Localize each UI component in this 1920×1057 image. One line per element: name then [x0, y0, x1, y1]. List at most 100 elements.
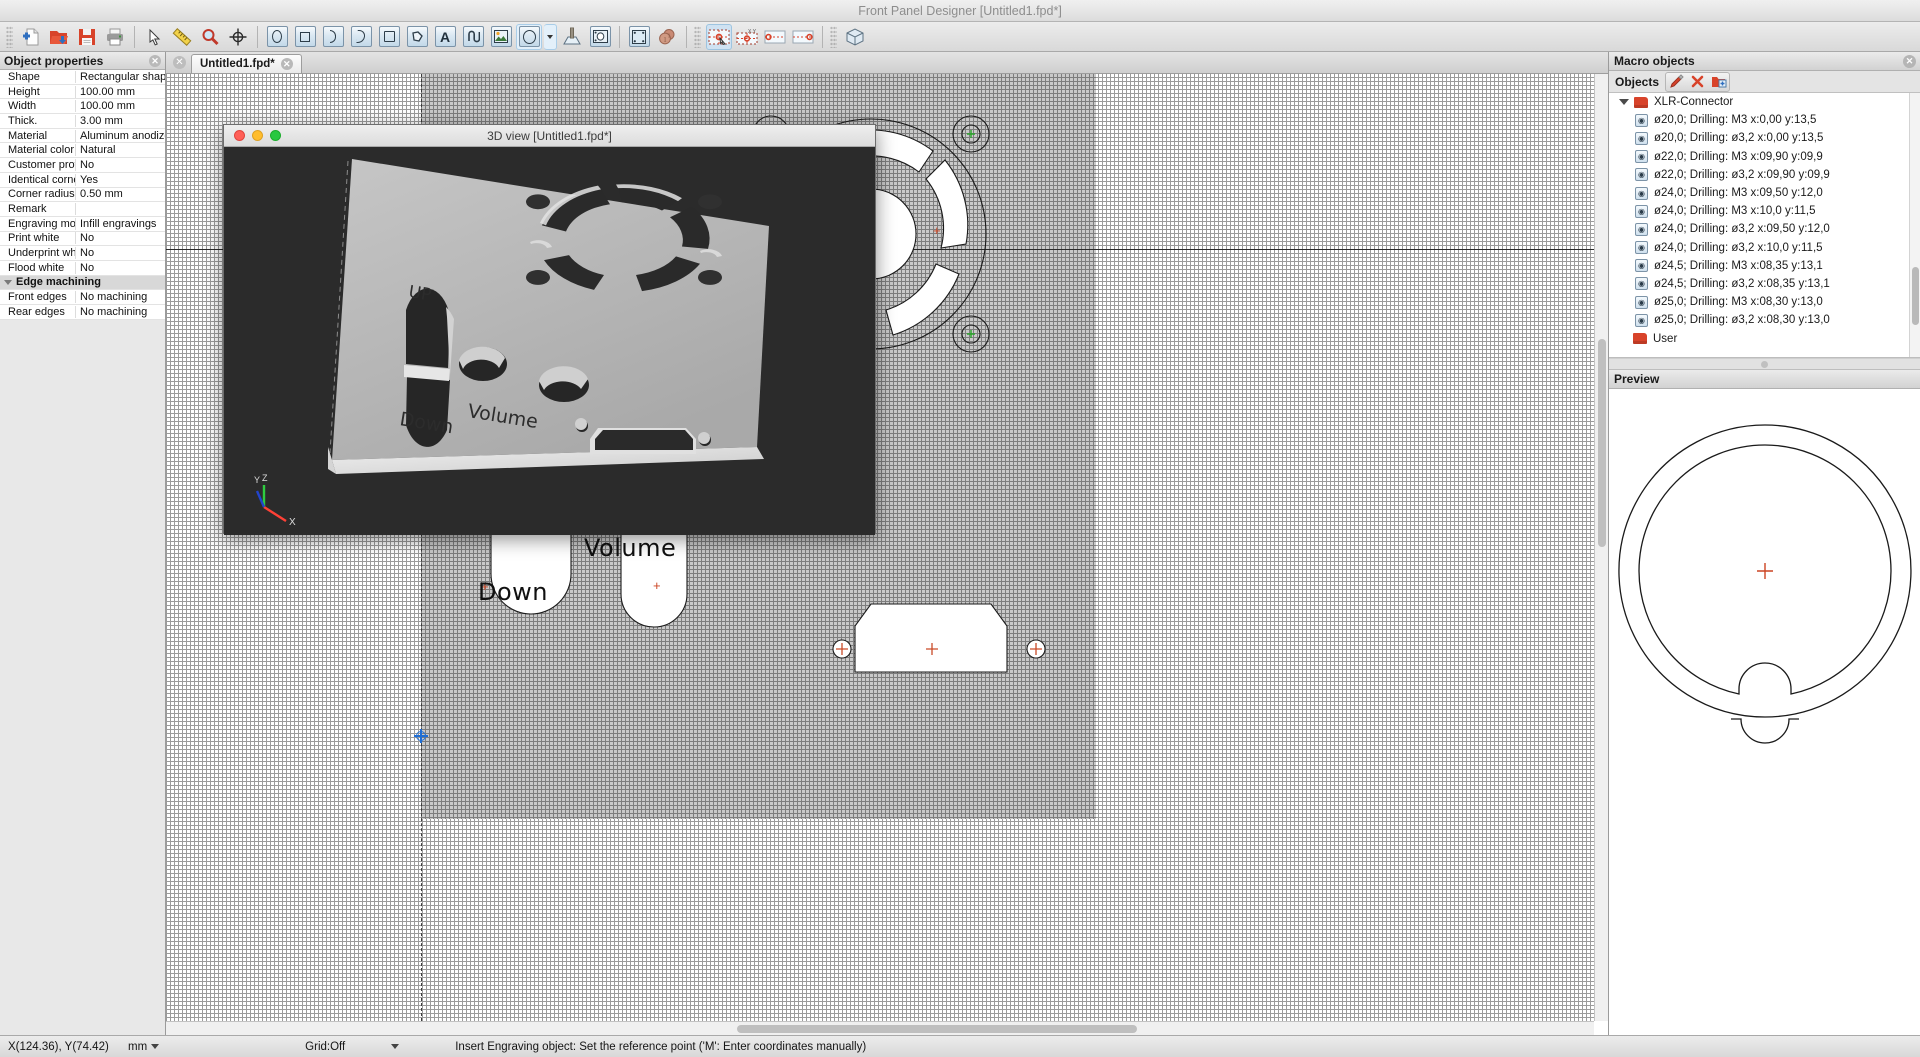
table-row[interactable]: Front edges No machining: [0, 290, 165, 305]
property-value[interactable]: 0.50 mm: [76, 188, 165, 200]
property-group-edge-machining[interactable]: Edge machining: [0, 275, 165, 291]
property-value[interactable]: 100.00 mm: [76, 100, 165, 112]
list-item[interactable]: ◉ ø22,0; Drilling: M3 x:09,90 y:09,9: [1609, 148, 1920, 166]
table-row[interactable]: Underprint whiteNo: [0, 246, 165, 261]
table-row[interactable]: Material color Natural: [0, 143, 165, 159]
polygon-tool-button[interactable]: [404, 24, 430, 50]
curve-tool-button[interactable]: [460, 24, 486, 50]
canvas-label-volume[interactable]: Volume: [584, 534, 676, 562]
table-row[interactable]: Shape Rectangular shape: [0, 70, 165, 85]
open-document-button[interactable]: [46, 24, 72, 50]
property-value[interactable]: Natural: [76, 144, 165, 156]
property-value[interactable]: No machining: [76, 306, 165, 318]
table-row[interactable]: Height 100.00 mm: [0, 85, 165, 100]
property-value[interactable]: No: [76, 232, 165, 244]
3d-view-window[interactable]: 3D view [Untitled1.fpd*] UP Down Volume …: [223, 124, 876, 535]
close-all-tabs-icon[interactable]: ✕: [173, 56, 186, 69]
table-row[interactable]: Engraving modeInfill engravings: [0, 217, 165, 232]
property-value[interactable]: 100.00 mm: [76, 86, 165, 98]
origin-marker[interactable]: [414, 729, 428, 743]
close-icon[interactable]: ✕: [280, 58, 293, 70]
d-hole-tool-button[interactable]: [320, 24, 346, 50]
crescent-tool-button[interactable]: [348, 24, 374, 50]
scrollbar-thumb[interactable]: [737, 1025, 1138, 1033]
grid-dropdown[interactable]: [383, 1044, 407, 1049]
property-value[interactable]: No: [76, 247, 165, 259]
property-value[interactable]: Infill engravings: [76, 218, 165, 230]
table-row[interactable]: MaterialAluminum anodized: [0, 129, 165, 144]
origin-left-button[interactable]: [762, 24, 788, 50]
list-item[interactable]: ◉ ø24,0; Drilling: ø3,2 x:09,50 y:12,0: [1609, 220, 1920, 238]
rectangle-tool-button[interactable]: [292, 24, 318, 50]
3d-view-title-bar[interactable]: 3D view [Untitled1.fpd*]: [224, 125, 875, 147]
table-row[interactable]: Corner radius 0.50 mm: [0, 188, 165, 203]
triangle-down-icon[interactable]: [1619, 99, 1629, 106]
toolbar-grip[interactable]: [6, 25, 13, 48]
image-tool-button[interactable]: [488, 24, 514, 50]
property-value[interactable]: Aluminum anodized: [76, 130, 165, 142]
property-value[interactable]: 3.00 mm: [76, 115, 165, 127]
property-value[interactable]: Rectangular shape: [76, 71, 165, 83]
threaded-hole-button[interactable]: [559, 24, 585, 50]
horizontal-scrollbar[interactable]: [166, 1021, 1594, 1035]
toolbar-grip[interactable]: [694, 25, 701, 48]
tree-root-xlr-connector[interactable]: XLR-Connector: [1609, 93, 1920, 111]
reference-point-button[interactable]: [225, 24, 251, 50]
table-row[interactable]: Customer providedNo: [0, 158, 165, 173]
table-row[interactable]: Rear edges No machining: [0, 305, 165, 320]
edit-macro-button[interactable]: [1666, 73, 1687, 91]
cutout-button[interactable]: [587, 24, 613, 50]
vertical-scrollbar[interactable]: [1594, 74, 1608, 1021]
scrollbar-thumb[interactable]: [1598, 339, 1606, 548]
tree-folder-user[interactable]: User: [1609, 329, 1920, 347]
pocket-tool-button[interactable]: [376, 24, 402, 50]
drilling-dropdown[interactable]: [544, 23, 557, 50]
text-tool-button[interactable]: A: [432, 24, 458, 50]
panel-properties-button[interactable]: [626, 24, 652, 50]
property-value[interactable]: Yes: [76, 174, 165, 186]
close-icon[interactable]: ✕: [149, 55, 161, 67]
tab-untitled1[interactable]: Untitled1.fpd* ✕: [191, 54, 302, 73]
zoom-tool-button[interactable]: [197, 24, 223, 50]
new-macro-button[interactable]: [1708, 73, 1729, 91]
table-row[interactable]: Identical cornersYes: [0, 173, 165, 188]
table-row[interactable]: Width 100.00 mm: [0, 99, 165, 115]
property-value[interactable]: No machining: [76, 291, 165, 303]
list-item[interactable]: ◉ ø24,0; Drilling: M3 x:10,0 y:11,5: [1609, 202, 1920, 220]
toolbar-grip[interactable]: [830, 25, 837, 48]
print-button[interactable]: [102, 24, 128, 50]
canvas-label-down[interactable]: Down: [478, 578, 548, 606]
property-value[interactable]: No: [76, 262, 165, 274]
origin-right-button[interactable]: [790, 24, 816, 50]
3d-view-canvas[interactable]: UP Down Volume Y Z X: [224, 147, 875, 535]
new-document-button[interactable]: [18, 24, 44, 50]
list-item[interactable]: ◉ ø24,5; Drilling: ø3,2 x:08,35 y:13,1: [1609, 275, 1920, 293]
scrollbar-thumb[interactable]: [1912, 267, 1919, 326]
list-item[interactable]: ◉ ø22,0; Drilling: ø3,2 x:09,90 y:09,9: [1609, 166, 1920, 184]
select-tool-button[interactable]: [141, 24, 167, 50]
table-row[interactable]: Flood white No: [0, 261, 165, 276]
measure-tool-button[interactable]: [169, 24, 195, 50]
drilling-tool-button[interactable]: [516, 23, 542, 50]
delete-macro-button[interactable]: [1687, 73, 1708, 91]
macro-objects-tree[interactable]: XLR-Connector ◉ ø20,0; Drilling: M3 x:0,0…: [1609, 93, 1920, 358]
list-item[interactable]: ◉ ø20,0; Drilling: ø3,2 x:0,00 y:13,5: [1609, 129, 1920, 147]
list-item[interactable]: ◉ ø24,0; Drilling: M3 x:09,50 y:12,0: [1609, 184, 1920, 202]
list-item[interactable]: ◉ ø24,0; Drilling: ø3,2 x:10,0 y:11,5: [1609, 239, 1920, 257]
set-origin-button[interactable]: [706, 23, 732, 50]
list-item[interactable]: ◉ ø25,0; Drilling: ø3,2 x:08,30 y:13,0: [1609, 311, 1920, 329]
table-row[interactable]: Remark: [0, 202, 165, 217]
table-row[interactable]: Print white No: [0, 232, 165, 247]
view-3d-button[interactable]: [842, 24, 868, 50]
tree-vertical-scrollbar[interactable]: [1909, 93, 1920, 357]
table-row[interactable]: Thick. 3.00 mm: [0, 114, 165, 129]
save-document-button[interactable]: [74, 24, 100, 50]
design-canvas[interactable]: + + + + Volume Down 3D view [Untitled1.f…: [166, 74, 1594, 1021]
list-item[interactable]: ◉ ø24,5; Drilling: M3 x:08,35 y:13,1: [1609, 257, 1920, 275]
units-dropdown[interactable]: mm: [120, 1041, 167, 1053]
property-value[interactable]: No: [76, 159, 165, 171]
close-icon[interactable]: ✕: [1903, 55, 1916, 68]
splitter-handle[interactable]: [1761, 360, 1768, 368]
panel-splitter[interactable]: [1609, 358, 1920, 370]
origin-xy-button[interactable]: X,Y: [734, 24, 760, 50]
